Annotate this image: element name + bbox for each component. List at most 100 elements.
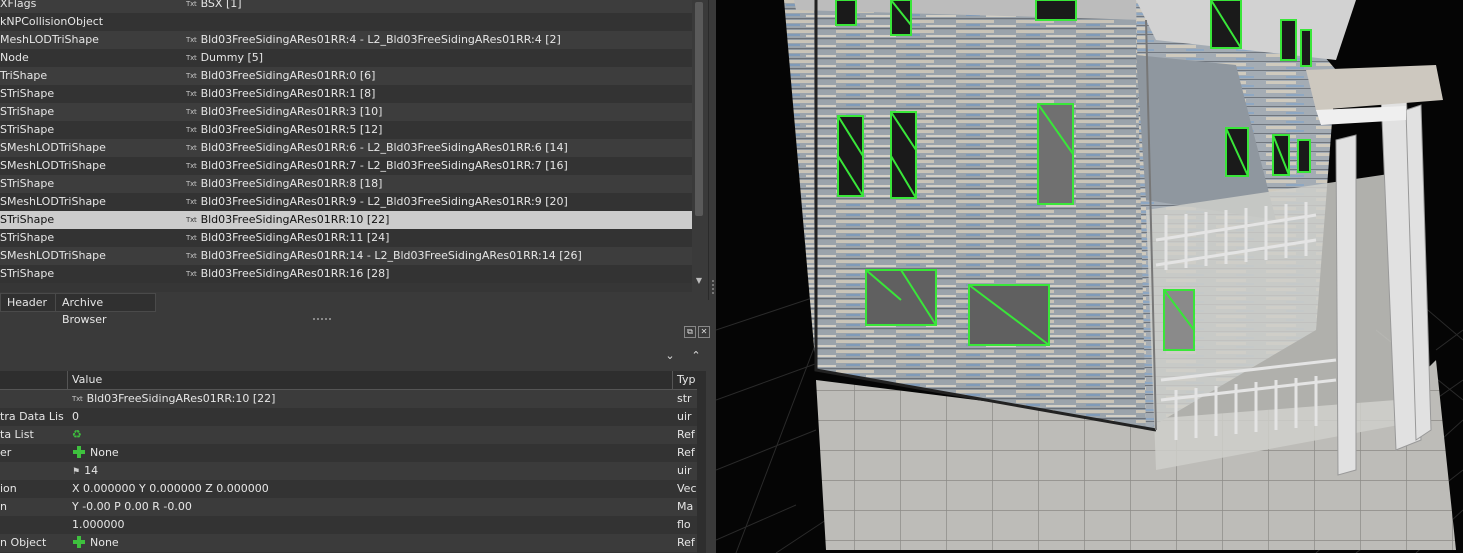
tree-row[interactable]: STriShape Txt Bld03FreeSidingARes01RR:5 [1… xyxy=(0,121,692,139)
panel-splitter[interactable] xyxy=(708,0,716,300)
property-row[interactable]: Txt Bld03FreeSidingARes01RR:10 [22] str xyxy=(0,390,706,408)
property-value-text: Bld03FreeSidingARes01RR:10 [22] xyxy=(86,392,276,405)
tree-row[interactable]: XFlags Txt BSX [1] xyxy=(0,0,692,13)
block-name-cell: Txt Bld03FreeSidingARes01RR:7 - L2_Bld03F… xyxy=(186,157,686,175)
block-name-cell: Txt Bld03FreeSidingARes01RR:6 - L2_Bld03F… xyxy=(186,139,686,157)
property-row[interactable]: 1.000000 flo xyxy=(0,516,706,534)
block-name-label: Dummy [5] xyxy=(200,51,264,64)
close-dock-icon[interactable]: ✕ xyxy=(698,326,710,338)
property-name: ta List xyxy=(0,428,34,441)
tree-row[interactable]: STriShape Txt Bld03FreeSidingARes01RR:11 [… xyxy=(0,229,692,247)
tree-scrollbar[interactable]: ▼ xyxy=(692,0,706,292)
block-name-label: Bld03FreeSidingARes01RR:9 - L2_Bld03Free… xyxy=(200,195,568,208)
block-name-label: Bld03FreeSidingARes01RR:0 [6] xyxy=(200,69,376,82)
float-dock-icon[interactable]: ⧉ xyxy=(684,326,696,338)
block-name-cell: Txt Bld03FreeSidingARes01RR:1 [8] xyxy=(186,85,686,103)
property-row[interactable]: n Object None Ref xyxy=(0,534,706,552)
block-name-cell: Txt Bld03FreeSidingARes01RR:5 [12] xyxy=(186,121,686,139)
tree-row[interactable]: TriShape Txt Bld03FreeSidingARes01RR:0 [6] xyxy=(0,67,692,85)
property-value[interactable]: ⚑ 14 xyxy=(72,462,672,481)
txt-string-icon: Txt xyxy=(186,180,197,188)
block-type-label: SMeshLODTriShape xyxy=(0,195,106,208)
property-row[interactable]: n Y -0.00 P 0.00 R -0.00 Ma xyxy=(0,498,706,516)
tree-row[interactable]: SMeshLODTriShape Txt Bld03FreeSidingARes01… xyxy=(0,247,692,265)
block-name-label: Bld03FreeSidingARes01RR:11 [24] xyxy=(200,231,390,244)
txt-string-icon: Txt xyxy=(186,144,197,152)
property-row[interactable]: ⚑ 14 uir xyxy=(0,462,706,480)
tree-row[interactable]: STriShape Txt Bld03FreeSidingARes01RR:10 [… xyxy=(0,211,692,229)
column-header-value[interactable]: Value xyxy=(67,371,672,389)
block-type-label: STriShape xyxy=(0,87,55,100)
property-row[interactable]: ion X 0.000000 Y 0.000000 Z 0.000000 Vec xyxy=(0,480,706,498)
tree-row[interactable]: STriShape Txt Bld03FreeSidingARes01RR:8 [1… xyxy=(0,175,692,193)
tree-row[interactable]: SMeshLODTriShape Txt Bld03FreeSidingARes01… xyxy=(0,139,692,157)
tree-row[interactable]: MeshLODTriShape Txt Bld03FreeSidingARes01R… xyxy=(0,31,692,49)
property-type: Vec xyxy=(677,482,697,495)
scroll-down-arrow-icon[interactable]: ▼ xyxy=(694,276,704,288)
details-scrollbar[interactable] xyxy=(697,371,706,553)
left-panel: XFlags Txt BSX [1] kNPCollisionObject MeshLO… xyxy=(0,0,716,553)
table-header: Value Typ xyxy=(0,371,706,390)
txt-string-icon: Txt xyxy=(72,395,83,403)
tree-row[interactable]: STriShape Txt Bld03FreeSidingARes01RR:3 [1… xyxy=(0,103,692,121)
tab-header[interactable]: Header xyxy=(0,293,56,312)
dock-splitter-grip[interactable] xyxy=(313,318,331,322)
property-type: flo xyxy=(677,518,691,531)
tree-row[interactable]: kNPCollisionObject xyxy=(0,13,692,31)
txt-string-icon: Txt xyxy=(186,54,197,62)
property-value-text: None xyxy=(90,536,119,549)
block-type-label: kNPCollisionObject xyxy=(0,15,104,28)
block-name-cell: Txt Bld03FreeSidingARes01RR:8 [18] xyxy=(186,175,686,193)
chevron-up-icon[interactable]: ⌃ xyxy=(690,350,702,362)
property-value[interactable]: X 0.000000 Y 0.000000 Z 0.000000 xyxy=(72,480,672,498)
block-type-label: STriShape xyxy=(0,213,55,226)
block-name-label: Bld03FreeSidingARes01RR:16 [28] xyxy=(200,267,390,280)
column-header-type[interactable]: Typ xyxy=(672,371,697,389)
tree-row[interactable]: SMeshLODTriShape Txt Bld03FreeSidingARes01… xyxy=(0,193,692,211)
property-value[interactable]: None xyxy=(72,534,672,552)
flag-icon: ⚑ xyxy=(72,467,81,477)
tree-row[interactable]: STriShape Txt Bld03FreeSidingARes01RR:1 [8… xyxy=(0,85,692,103)
block-name-label: Bld03FreeSidingARes01RR:7 - L2_Bld03Free… xyxy=(200,159,568,172)
property-value[interactable]: Txt Bld03FreeSidingARes01RR:10 [22] xyxy=(72,390,672,408)
property-row[interactable]: er None Ref xyxy=(0,444,706,462)
block-type-label: STriShape xyxy=(0,267,55,280)
block-type-label: SMeshLODTriShape xyxy=(0,141,106,154)
block-name-label: Bld03FreeSidingARes01RR:6 - L2_Bld03Free… xyxy=(200,141,568,154)
property-value[interactable]: 0 xyxy=(72,408,672,426)
txt-string-icon: Txt xyxy=(186,162,197,170)
block-name-label: Bld03FreeSidingARes01RR:10 [22] xyxy=(200,213,390,226)
property-value[interactable]: ♻ xyxy=(72,426,672,444)
block-type-label: TriShape xyxy=(0,69,48,82)
property-row[interactable]: ta List ♻ Ref xyxy=(0,426,706,444)
txt-string-icon: Txt xyxy=(186,270,197,278)
property-value[interactable]: None xyxy=(72,444,672,462)
property-name: ion xyxy=(0,482,17,495)
scrollbar-thumb[interactable] xyxy=(695,2,703,216)
block-name-label: Bld03FreeSidingARes01RR:14 - L2_Bld03Fre… xyxy=(200,249,582,262)
tab-archive-browser[interactable]: Archive Browser xyxy=(55,293,156,326)
tree-row[interactable]: SMeshLODTriShape Txt Bld03FreeSidingARes01… xyxy=(0,157,692,175)
property-row[interactable]: tra Data List 0 uir xyxy=(0,408,706,426)
property-type: uir xyxy=(677,410,692,423)
tree-row[interactable]: Node Txt Dummy [5] xyxy=(0,49,692,67)
txt-string-icon: Txt xyxy=(186,36,197,44)
block-name-cell: Txt Bld03FreeSidingARes01RR:11 [24] xyxy=(186,229,686,247)
block-details-table: Value Typ Txt Bld03FreeSidingARes01RR:10 … xyxy=(0,371,706,553)
chevron-down-icon[interactable]: ⌄ xyxy=(664,350,676,362)
property-value-text: X 0.000000 Y 0.000000 Z 0.000000 xyxy=(72,482,269,495)
txt-string-icon: Txt xyxy=(186,126,197,134)
block-type-label: STriShape xyxy=(0,231,55,244)
block-name-label: BSX [1] xyxy=(200,0,242,10)
block-type-label: STriShape xyxy=(0,177,55,190)
render-viewport[interactable] xyxy=(716,0,1463,553)
plus-icon xyxy=(72,535,86,549)
block-name-cell: Txt Bld03FreeSidingARes01RR:14 - L2_Bld03… xyxy=(186,247,686,265)
plus-icon xyxy=(72,445,86,459)
tree-row[interactable]: STriShape Txt Bld03FreeSidingARes01RR:16 [… xyxy=(0,265,692,283)
block-type-label: SMeshLODTriShape xyxy=(0,249,106,262)
property-value-text: 14 xyxy=(84,464,99,477)
property-name: er xyxy=(0,446,12,459)
property-value[interactable]: Y -0.00 P 0.00 R -0.00 xyxy=(72,498,672,516)
property-value[interactable]: 1.000000 xyxy=(72,516,672,534)
